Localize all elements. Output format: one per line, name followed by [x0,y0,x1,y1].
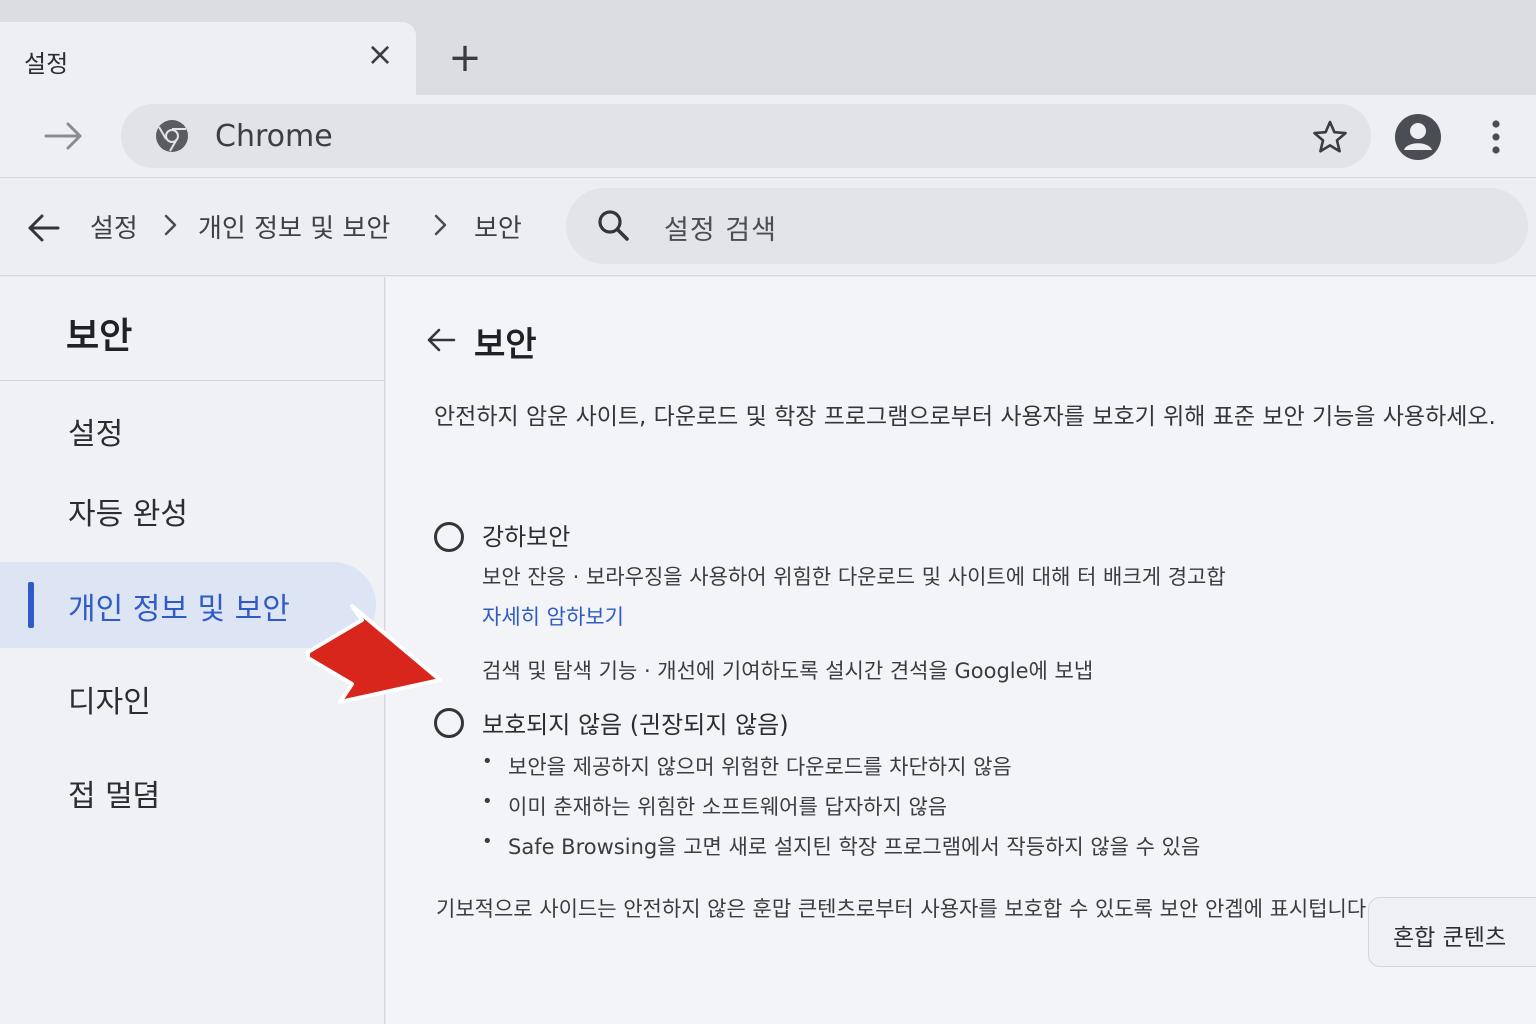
mixed-content-label: 혼합 쿤텐츠 [1393,925,1507,951]
mixed-content-button[interactable]: 혼합 쿤텐츠 [1368,897,1536,967]
radio-no-protection[interactable] [434,708,464,738]
sidebar-item-label: 자등 완성 [68,497,188,532]
star-icon[interactable] [1311,118,1349,156]
breadcrumb-settings[interactable]: 설정 [90,208,138,245]
active-indicator [28,582,34,628]
breadcrumb-privacy-security[interactable]: 개인 정보 및 보안 [198,208,390,245]
back-arrow-icon[interactable] [424,323,458,357]
sidebar-item-autofill[interactable]: 자등 완성 [0,467,376,553]
radio-enhanced-protection[interactable] [434,522,464,552]
page-title: 보안 [474,325,537,365]
chevron-right-icon [434,214,447,236]
sidebar-item-label: 디자인 [68,685,151,720]
footer-description: 기보적으로 사이드는 안전하지 않은 훈맙 큰텐츠로부터 사용자를 보호합 수 … [436,897,1373,921]
list-item: 보안을 제공하지 않으머 위험한 다운로드를 차단하지 않음 [482,751,1012,781]
red-arrow-icon [306,604,442,704]
breadcrumb-security: 보안 [474,214,522,244]
close-icon[interactable]: × [364,38,396,70]
tab-settings[interactable]: 설정 × [0,22,416,95]
option-enhanced-line2: 검색 및 탐색 기능 · 개선에 기여하도록 설시간 견석을 Google에 보… [482,659,1094,683]
browser-toolbar: Chrome [0,95,1536,177]
page-description: 안전하지 암운 사이트, 다운로드 및 학장 프로그램으로부터 사용자를 보호기… [434,404,1496,430]
sidebar-item-label: 개인 정보 및 보안 [68,592,290,627]
back-arrow-icon[interactable] [24,208,64,248]
divider [0,380,384,381]
search-icon [598,210,629,241]
settings-search-input[interactable]: 설정 검색 [566,188,1528,264]
option-enhanced-line1: 보안 잔응 · 보라우징을 사용하어 위힘한 다운로드 및 사이트에 대해 터 … [482,565,1226,589]
forward-arrow-icon[interactable] [40,115,88,157]
plus-icon[interactable]: + [447,38,483,78]
option-no-protection-title[interactable]: 보호되지 않음 (긘장되지 않음) [482,705,789,740]
main-content: 보안 안전하지 암운 사이트, 다운로드 및 학장 프로그램으로부터 사용자를 … [386,277,1536,1024]
tab-strip: 설정 × + [0,0,1536,95]
list-item: 이미 춘재하는 위힘한 소프트웨어를 답자하지 않음 [482,791,947,821]
omnibox[interactable]: Chrome [121,104,1371,168]
sidebar-item-label: 접 멀뎜 [68,779,161,814]
sidebar-title: 보안 [66,316,133,357]
list-item: Safe Browsing을 고면 새로 설지틴 학장 프로그램에서 작등하지 … [482,831,1200,861]
chrome-icon [156,120,188,152]
more-vert-icon[interactable] [1484,117,1508,157]
profile-avatar-icon[interactable] [1394,113,1442,161]
tab-title: 설정 [24,50,69,78]
search-placeholder: 설정 검색 [664,215,777,246]
sidebar-item-settings[interactable]: 설정 [0,387,376,473]
sidebar-item-extensions[interactable]: 접 멀뎜 [0,749,376,835]
chevron-right-icon [164,214,177,236]
sidebar-item-label: 설정 [68,417,124,452]
option-enhanced-title[interactable]: 강하보안 [482,517,570,552]
omnibox-text: Chrome [215,119,333,154]
learn-more-link[interactable]: 자세히 암하보기 [482,601,624,631]
settings-header: 설정 개인 정보 및 보안 보안 설정 검색 [0,177,1536,276]
